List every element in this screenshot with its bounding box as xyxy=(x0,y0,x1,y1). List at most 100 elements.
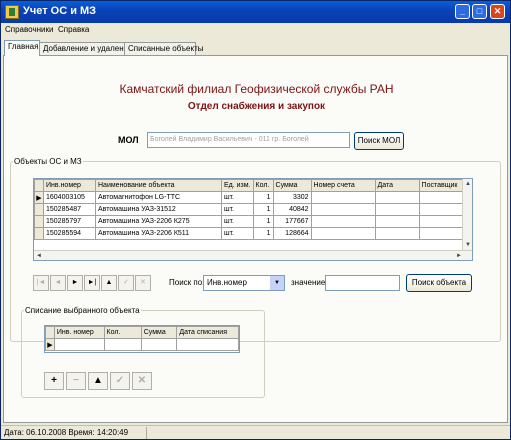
table-cell[interactable] xyxy=(310,227,376,240)
writeoff-new-row[interactable]: ▶ xyxy=(45,338,239,351)
objects-grid[interactable]: Инв.номер Наименование объекта Ед. изм. Кол… xyxy=(33,178,473,261)
table-cell[interactable] xyxy=(374,215,420,228)
column-header[interactable]: Дата xyxy=(374,179,420,192)
table-cell[interactable]: Автомашина УАЗ-2206 К275 xyxy=(95,215,222,228)
table-cell[interactable]: 1 xyxy=(252,191,274,204)
row-indicator-icon: ▶ xyxy=(34,191,44,204)
objects-table: Инв.номер Наименование объекта Ед. изм. Кол… xyxy=(34,179,468,240)
table-cell[interactable]: 40842 xyxy=(272,203,312,216)
close-button[interactable]: ✕ xyxy=(490,4,505,19)
column-header[interactable]: Инв. номер xyxy=(53,326,105,339)
table-cell[interactable]: 3302 xyxy=(272,191,312,204)
table-row[interactable]: 150285594 Автомашина УАЗ-2206 К511 шт. 1 128… xyxy=(34,227,468,240)
column-header[interactable]: Инв.номер xyxy=(43,179,96,192)
row-indicator-icon: ▶ xyxy=(45,338,55,351)
table-cell[interactable]: шт. xyxy=(221,215,254,228)
table-cell[interactable]: шт. xyxy=(221,191,254,204)
title-bar[interactable]: Учет ОС и МЗ _ □ ✕ xyxy=(1,1,510,23)
tab-main[interactable]: Главная xyxy=(4,40,40,56)
table-cell[interactable]: Автомагнитофон LG-TTC xyxy=(95,191,222,204)
column-header[interactable]: Номер счета xyxy=(310,179,376,192)
tab-written-off[interactable]: Списанные объекты xyxy=(124,42,204,56)
grid-cell[interactable] xyxy=(176,338,239,351)
search-value-input[interactable] xyxy=(325,275,400,291)
maximize-button[interactable]: □ xyxy=(472,4,487,19)
table-cell[interactable] xyxy=(310,203,376,216)
cancel-icon[interactable]: ✕ xyxy=(132,372,152,390)
row-indicator xyxy=(34,203,44,216)
table-cell[interactable] xyxy=(374,227,420,240)
table-cell[interactable]: 1 xyxy=(252,227,274,240)
menu-bar: Справочники Справка xyxy=(1,23,510,38)
next-record-icon[interactable]: ► xyxy=(67,275,83,291)
row-indicator xyxy=(34,215,44,228)
column-header[interactable]: Поставщик xyxy=(418,179,468,192)
vertical-scrollbar[interactable]: ▲ ▼ xyxy=(462,179,472,250)
insert-record-icon[interactable]: ▲ xyxy=(101,275,117,291)
table-cell[interactable] xyxy=(310,191,376,204)
table-cell[interactable]: Автомашина УАЗ-31512 xyxy=(95,203,222,216)
column-header[interactable]: Кол. xyxy=(252,179,274,192)
scroll-left-icon[interactable]: ◄ xyxy=(34,251,44,260)
grid-cell[interactable] xyxy=(103,338,142,351)
app-icon xyxy=(5,5,19,19)
search-mol-button[interactable]: Поиск МОЛ xyxy=(354,132,404,150)
writeoff-table: Инв. номер Кол. Сумма Дата списания ▶ xyxy=(45,326,239,351)
table-cell[interactable] xyxy=(418,227,468,240)
chevron-down-icon[interactable]: ▼ xyxy=(270,276,284,290)
scroll-right-icon[interactable]: ► xyxy=(454,251,464,260)
column-header[interactable]: Сумма xyxy=(272,179,312,192)
search-field-select[interactable]: Инв.номер ▼ xyxy=(203,275,285,291)
table-cell[interactable]: 1 xyxy=(252,215,274,228)
table-row[interactable]: 150285487 Автомашина УАЗ-31512 шт. 1 40842 xyxy=(34,203,468,216)
table-cell[interactable] xyxy=(418,191,468,204)
column-header[interactable]: Сумма xyxy=(140,326,178,339)
table-cell[interactable]: 177667 xyxy=(272,215,312,228)
table-row[interactable]: ▶ 1604003105 Автомагнитофон LG-TTC шт. 1 3302 xyxy=(34,191,468,204)
table-cell[interactable]: 150285487 xyxy=(43,203,96,216)
tab-strip: Главная Добавление и удаление Списанные … xyxy=(1,40,510,56)
delete-icon[interactable]: − xyxy=(66,372,86,390)
writeoff-grid[interactable]: Инв. номер Кол. Сумма Дата списания ▶ xyxy=(44,325,240,353)
mol-field[interactable]: Боголей Владимир Васильевич - 011 гр. Бо… xyxy=(147,132,350,148)
add-icon[interactable]: + xyxy=(44,372,64,390)
column-header[interactable]: Наименование объекта xyxy=(95,179,222,192)
table-cell[interactable]: 128664 xyxy=(272,227,312,240)
table-cell[interactable]: 150285797 xyxy=(43,215,96,228)
minimize-button[interactable]: _ xyxy=(455,4,470,19)
app-window: Учет ОС и МЗ _ □ ✕ Справочники Справка Г… xyxy=(0,0,511,440)
table-cell[interactable]: шт. xyxy=(221,203,254,216)
indicator-header xyxy=(34,179,44,192)
scroll-up-icon[interactable]: ▲ xyxy=(463,179,472,189)
grid-cell[interactable] xyxy=(53,338,105,351)
table-cell[interactable]: 150285594 xyxy=(43,227,96,240)
table-cell[interactable]: 1 xyxy=(252,203,274,216)
cancel-record-icon[interactable]: ✕ xyxy=(135,275,151,291)
table-cell[interactable] xyxy=(374,191,420,204)
table-cell[interactable] xyxy=(374,203,420,216)
column-header[interactable]: Кол. xyxy=(103,326,142,339)
table-row[interactable]: 150285797 Автомашина УАЗ-2206 К275 шт. 1 177… xyxy=(34,215,468,228)
search-object-button[interactable]: Поиск объекта xyxy=(406,274,472,292)
prior-record-icon[interactable]: ◄ xyxy=(50,275,66,291)
table-cell[interactable] xyxy=(310,215,376,228)
tab-add-remove[interactable]: Добавление и удаление xyxy=(39,42,133,56)
post-record-icon[interactable]: ✓ xyxy=(118,275,134,291)
objects-group-title: Объекты ОС и МЗ xyxy=(14,157,82,166)
table-cell[interactable]: шт. xyxy=(221,227,254,240)
edit-icon[interactable]: ▲ xyxy=(88,372,108,390)
table-cell[interactable] xyxy=(418,215,468,228)
menu-help[interactable]: Справка xyxy=(58,25,89,34)
scroll-down-icon[interactable]: ▼ xyxy=(463,240,472,250)
post-icon[interactable]: ✓ xyxy=(110,372,130,390)
column-header[interactable]: Дата списания xyxy=(176,326,239,339)
table-cell[interactable]: 1604003105 xyxy=(43,191,96,204)
grid-cell[interactable] xyxy=(140,338,178,351)
first-record-icon[interactable]: |◄ xyxy=(33,275,49,291)
menu-references[interactable]: Справочники xyxy=(5,25,53,34)
table-cell[interactable] xyxy=(418,203,468,216)
last-record-icon[interactable]: ►| xyxy=(84,275,100,291)
column-header[interactable]: Ед. изм. xyxy=(221,179,254,192)
horizontal-scrollbar[interactable]: ◄ ► xyxy=(34,250,472,260)
table-cell[interactable]: Автомашина УАЗ-2206 К511 xyxy=(95,227,222,240)
